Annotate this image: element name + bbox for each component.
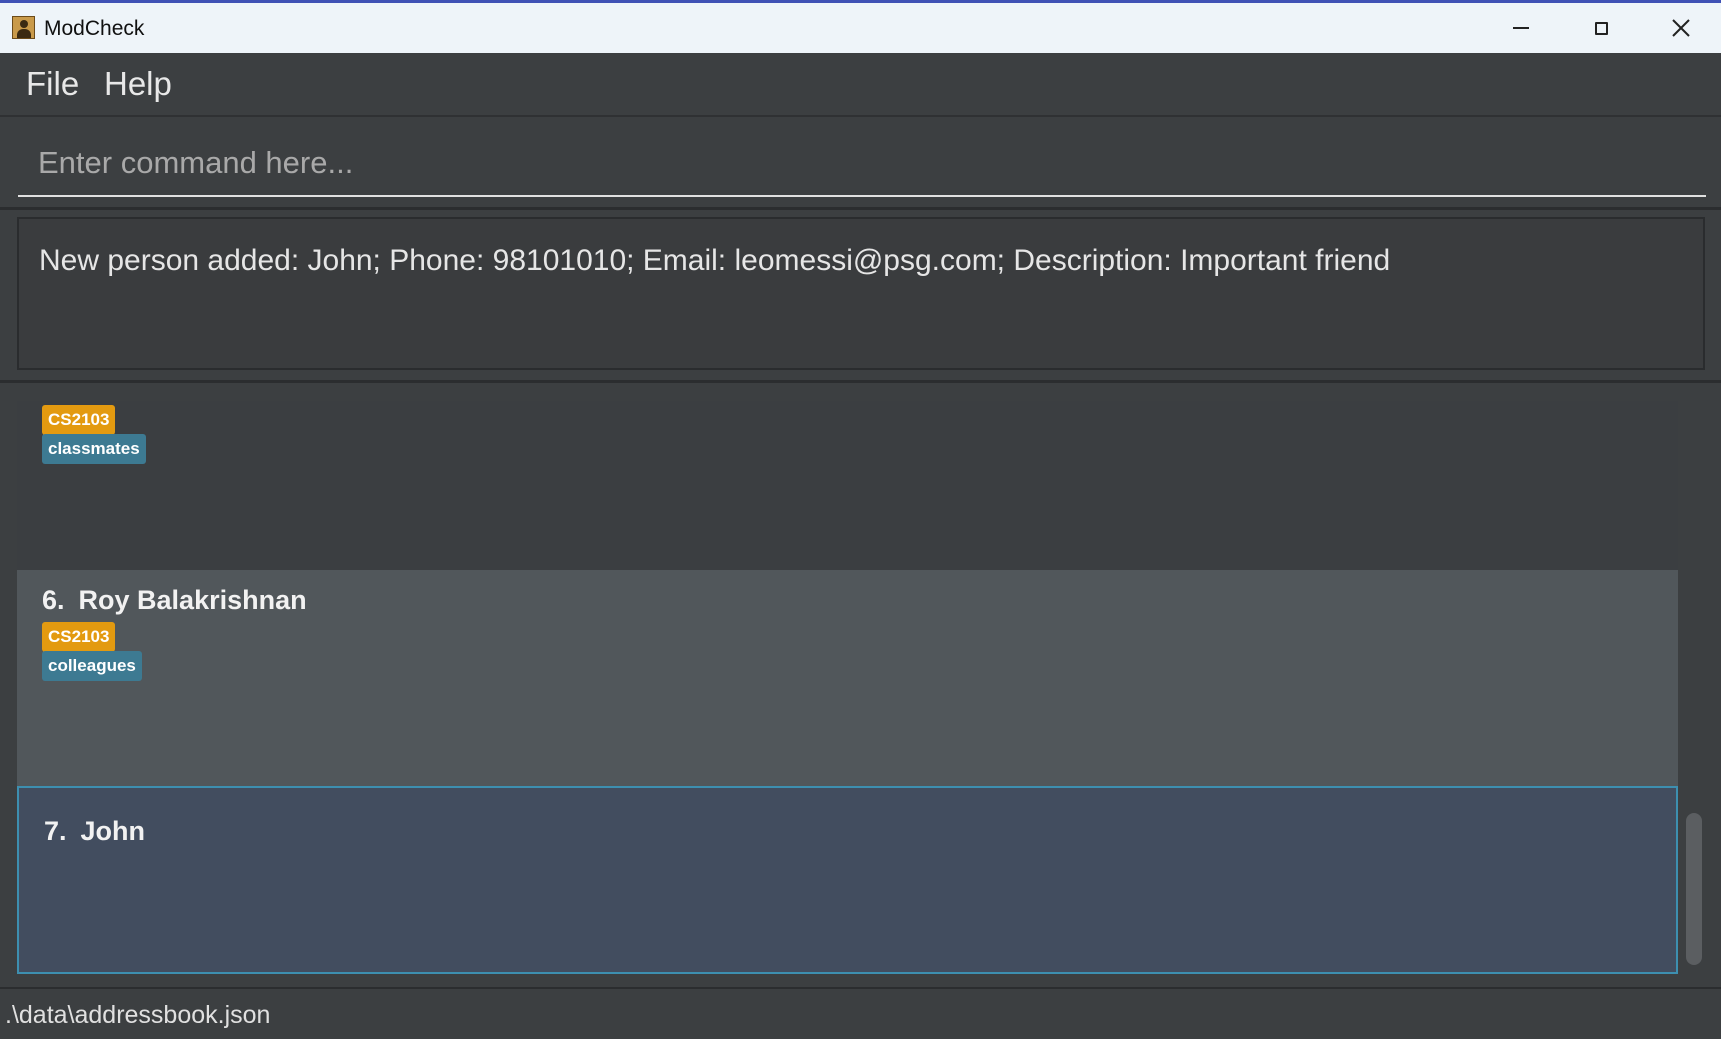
person-list[interactable]: CS2103 classmates 6. Roy Balakrishnan CS2… — [0, 383, 1721, 987]
person-name: 7. John — [44, 816, 145, 847]
person-card[interactable]: 6. Roy Balakrishnan CS2103 colleagues — [17, 570, 1678, 786]
close-icon — [1672, 19, 1690, 37]
minimize-button[interactable] — [1481, 3, 1561, 53]
minimize-icon — [1513, 27, 1529, 29]
command-input[interactable] — [18, 131, 1706, 197]
menu-file[interactable]: File — [26, 65, 79, 103]
person-name-text: John — [80, 816, 146, 846]
person-name-text: Roy Balakrishnan — [78, 585, 307, 615]
module-tag: CS2103 — [42, 405, 116, 435]
person-name: 6. Roy Balakrishnan — [42, 585, 307, 616]
person-card-selected[interactable]: 7. John — [17, 786, 1678, 974]
window-title: ModCheck — [44, 17, 145, 40]
group-tag: classmates — [42, 434, 146, 464]
maximize-button[interactable] — [1561, 3, 1641, 53]
address-book-icon — [12, 16, 35, 39]
result-display-panel: New person added: John; Phone: 98101010;… — [0, 210, 1721, 383]
title-bar[interactable]: ModCheck — [0, 3, 1721, 53]
menu-bar: File Help — [0, 53, 1721, 117]
module-tag: CS2103 — [42, 622, 116, 652]
list-scrollbar-thumb[interactable] — [1686, 813, 1702, 965]
status-bar: .\data\addressbook.json — [0, 987, 1721, 1039]
group-tag: colleagues — [42, 651, 142, 681]
maximize-icon — [1594, 21, 1608, 35]
person-index: 7. — [44, 816, 67, 846]
result-display: New person added: John; Phone: 98101010;… — [17, 217, 1705, 370]
person-index: 6. — [42, 585, 65, 615]
menu-help[interactable]: Help — [104, 65, 172, 103]
close-button[interactable] — [1641, 3, 1721, 53]
person-card[interactable]: CS2103 classmates — [17, 401, 1678, 570]
save-location: .\data\addressbook.json — [5, 1001, 271, 1029]
command-box — [0, 117, 1721, 210]
